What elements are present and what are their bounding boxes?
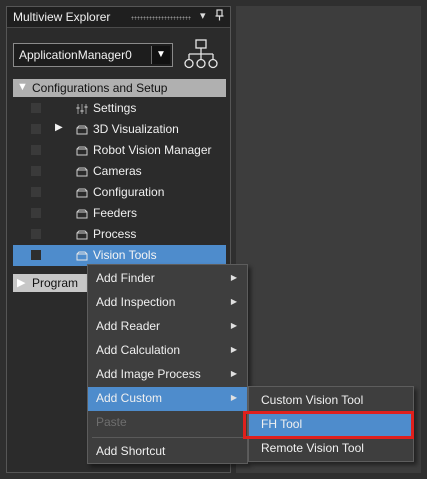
tree-item-label: Configuration: [93, 185, 165, 199]
menu-item-add-calculation[interactable]: Add Calculation ▶: [88, 339, 247, 363]
tree-item-configuration[interactable]: Configuration: [13, 182, 226, 203]
menu-item-label: Add Reader: [96, 319, 161, 333]
menu-item-add-shortcut[interactable]: Add Shortcut: [88, 440, 247, 464]
menu-item-add-reader[interactable]: Add Reader ▶: [88, 315, 247, 339]
folder-icon: [76, 251, 88, 261]
panel-menu-icon[interactable]: ▾: [200, 9, 206, 22]
item-status-box: [31, 229, 41, 239]
submenu-item-label: Custom Vision Tool: [261, 393, 364, 407]
submenu-arrow-icon: ▶: [230, 393, 237, 402]
folder-icon: [76, 146, 88, 156]
item-status-box: [31, 145, 41, 155]
menu-item-add-inspection[interactable]: Add Inspection ▶: [88, 291, 247, 315]
folder-icon: [76, 188, 88, 198]
collapse-triangle-icon[interactable]: ▼: [17, 81, 28, 93]
folder-icon: [76, 125, 88, 135]
menu-separator: [92, 437, 243, 438]
tree-item-label: Settings: [93, 101, 137, 115]
tree-item-label: Robot Vision Manager: [93, 143, 212, 157]
item-status-box: [31, 250, 41, 260]
category-configurations-and-setup[interactable]: ▼ Configurations and Setup: [13, 79, 226, 97]
tree-item-process[interactable]: Process: [13, 224, 226, 245]
item-status-box: [31, 208, 41, 218]
menu-item-add-finder[interactable]: Add Finder ▶: [88, 267, 247, 291]
tree-item-settings[interactable]: Settings: [13, 98, 226, 119]
menu-item-label: Add Inspection: [96, 295, 176, 309]
expand-arrow-icon[interactable]: ▶: [55, 122, 63, 133]
item-status-box: [31, 166, 41, 176]
tree-item-vision-tools[interactable]: Vision Tools: [13, 245, 226, 266]
menu-item-label: Add Calculation: [96, 343, 181, 357]
tree-item-label: Process: [93, 227, 137, 241]
item-status-box: [31, 187, 41, 197]
highlight-annotation-box: [243, 411, 414, 439]
app-window: Multiview Explorer ▾ ApplicationManager0…: [0, 0, 427, 479]
title-grip: [131, 16, 191, 20]
category-label: Configurations and Setup: [32, 81, 168, 95]
tree-item-label: 3D Visualization: [93, 122, 179, 136]
tree-item-label: Cameras: [93, 164, 142, 178]
submenu-item-remote-vision-tool[interactable]: Remote Vision Tool: [249, 437, 413, 461]
context-menu: Add Finder ▶ Add Inspection ▶ Add Reader…: [87, 264, 248, 464]
menu-item-paste[interactable]: Paste: [88, 411, 247, 435]
tree-item-feeders[interactable]: Feeders: [13, 203, 226, 224]
menu-item-label: Paste: [96, 415, 127, 429]
explorer-title-bar: Multiview Explorer ▾: [7, 7, 230, 28]
application-selector-value: ApplicationManager0: [19, 48, 132, 62]
submenu-item-label: Remote Vision Tool: [261, 441, 364, 455]
chevron-down-icon[interactable]: ▼: [151, 46, 170, 64]
menu-item-label: Add Image Process: [96, 367, 201, 381]
tree-item-label: Feeders: [93, 206, 138, 220]
tree-item-3d-visualization[interactable]: ▶ 3D Visualization: [13, 119, 226, 140]
tree-item-robot-vision-manager[interactable]: Robot Vision Manager: [13, 140, 226, 161]
submenu-arrow-icon: ▶: [230, 321, 237, 330]
tree-item-cameras[interactable]: Cameras: [13, 161, 226, 182]
hierarchy-view-icon[interactable]: [183, 39, 219, 71]
folder-icon: [76, 209, 88, 219]
tree-item-label: Vision Tools: [93, 248, 157, 262]
folder-icon: [76, 230, 88, 240]
expand-triangle-icon[interactable]: ▶: [17, 276, 25, 289]
menu-item-add-custom[interactable]: Add Custom ▶: [88, 387, 247, 411]
application-selector[interactable]: ApplicationManager0 ▼: [13, 43, 173, 67]
pushpin-icon: [215, 9, 224, 21]
category-label: Program: [32, 276, 79, 290]
item-status-box: [31, 103, 41, 113]
submenu-arrow-icon: ▶: [230, 345, 237, 354]
settings-sliders-icon: [76, 104, 88, 114]
item-status-box: [31, 124, 41, 134]
menu-item-label: Add Custom: [96, 391, 163, 405]
submenu-item-custom-vision-tool[interactable]: Custom Vision Tool: [249, 389, 413, 413]
submenu-arrow-icon: ▶: [230, 369, 237, 378]
menu-item-label: Add Finder: [96, 271, 155, 285]
menu-item-label: Add Shortcut: [96, 444, 166, 458]
folder-icon: [76, 167, 88, 177]
pin-icon[interactable]: [215, 9, 224, 24]
submenu-arrow-icon: ▶: [230, 273, 237, 282]
menu-item-add-image-process[interactable]: Add Image Process ▶: [88, 363, 247, 387]
explorer-title: Multiview Explorer: [13, 10, 111, 24]
submenu-arrow-icon: ▶: [230, 297, 237, 306]
